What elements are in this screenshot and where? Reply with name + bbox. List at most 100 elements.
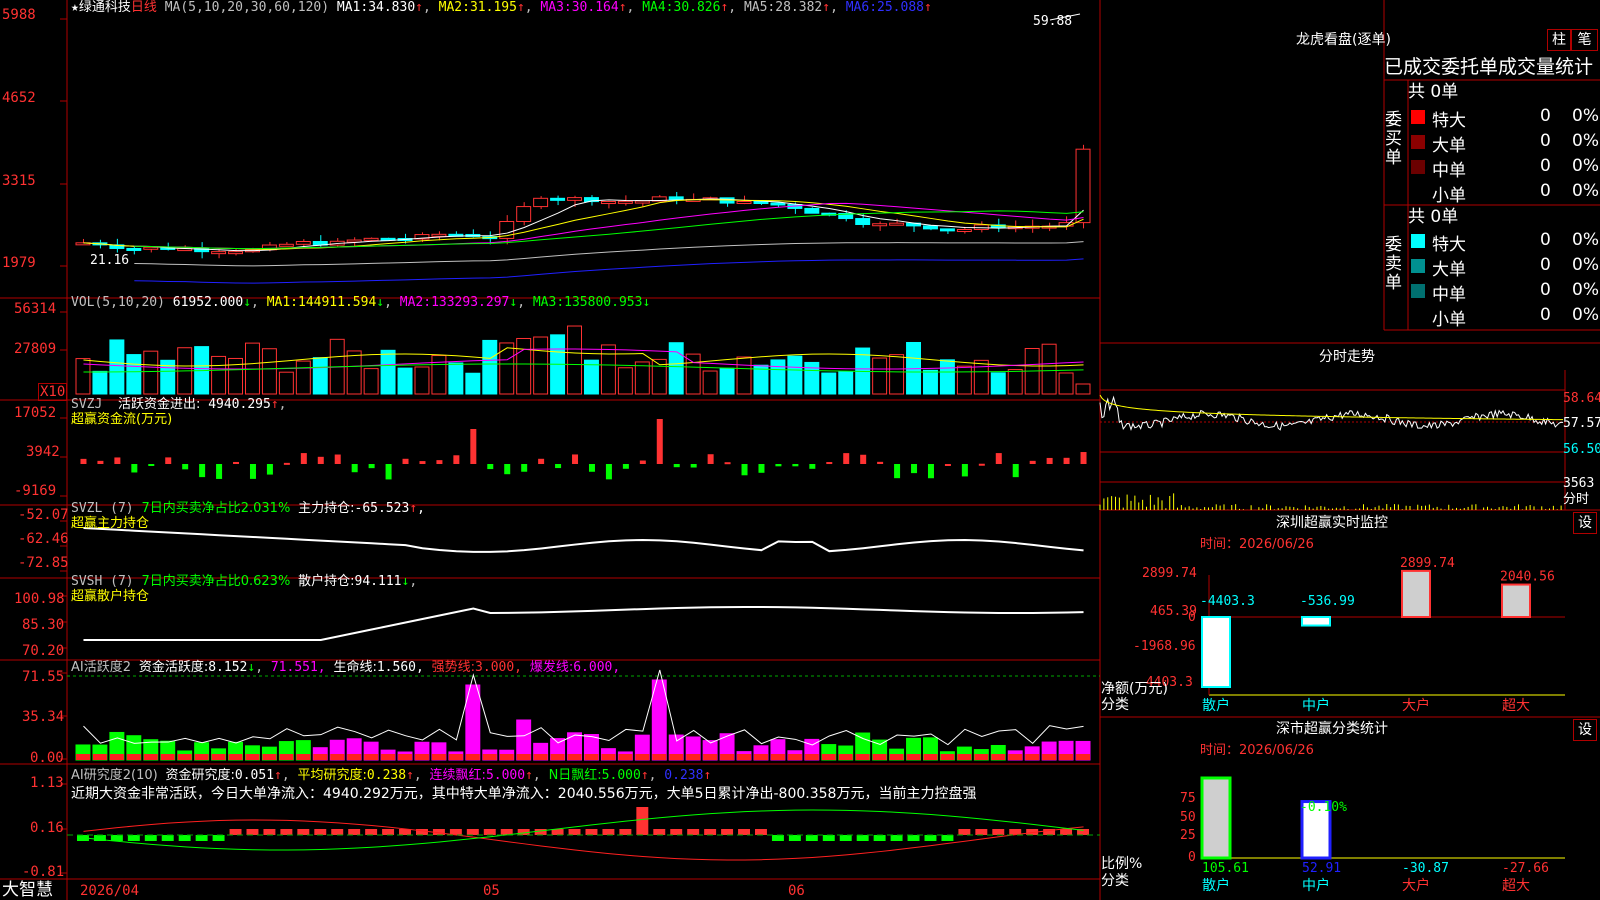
order-row-pct: 0% <box>1572 106 1599 126</box>
order-row-pct: 0% <box>1572 280 1599 300</box>
activity-base-bar <box>584 754 599 760</box>
fund-flow-bar <box>1063 457 1070 464</box>
vol-arrow: ↓ <box>243 295 252 310</box>
bar-mode-button[interactable]: 柱 <box>1547 29 1571 51</box>
svsh-arrow: ↓ <box>401 574 410 589</box>
order-row-count: 0 <box>1540 255 1551 275</box>
order-row-count: 0 <box>1540 305 1551 325</box>
svzj-arrow: ↑ <box>270 397 279 412</box>
app-name[interactable]: 大智慧 <box>2 880 53 900</box>
stats-value-label: 105.61 <box>1202 861 1249 876</box>
ai-research-header: AI研究度2(10) 资金研究度:0.051↑, 平均研究度:0.238↑, 连… <box>71 768 712 783</box>
activity-base-bar <box>872 754 887 760</box>
stats-ytick: 75 <box>1180 791 1196 806</box>
fund-flow-bar <box>961 464 968 477</box>
candle-body <box>956 229 972 233</box>
candle-body <box>143 246 159 250</box>
volume-bar <box>956 365 972 395</box>
vol-ma1-value: 144911.594 <box>298 295 377 310</box>
fund-flow-bar <box>80 458 87 464</box>
ai-summary-text: 近期大资金非常活跃，今日大单净流入：4940.292万元，其中特大单净流入：20… <box>71 786 977 802</box>
fund-flow-bar <box>622 464 629 469</box>
research-bar <box>483 829 496 835</box>
fund-flow-bar <box>436 460 443 464</box>
volume-bar <box>211 355 227 395</box>
activity-base-bar <box>618 754 633 760</box>
research-bar <box>568 829 581 835</box>
activity-base-bar <box>804 754 819 760</box>
research-bar <box>280 829 293 835</box>
activity-base-bar <box>465 754 480 760</box>
order-row-pct: 0% <box>1572 255 1599 275</box>
candle-body <box>736 200 752 204</box>
favorite-star-icon[interactable]: ★ <box>71 0 79 15</box>
research-bar <box>144 835 157 841</box>
chart-canvas[interactable]: -4403.3 散户 -536.99 中户 2899.74 大户 2040.56 超大 105.… <box>0 0 1600 900</box>
ma4-label: MA4: <box>642 0 674 15</box>
candle-body <box>211 251 227 255</box>
fund-flow-bar <box>419 461 426 464</box>
ai-active-arrow: ↓ <box>247 660 256 675</box>
research-bar <box>805 835 818 841</box>
research-bar <box>890 835 903 841</box>
volume-bar <box>92 370 108 395</box>
activity-base-bar <box>398 754 412 760</box>
activity-base-bar <box>669 754 684 760</box>
ma-line-120 <box>134 258 1084 284</box>
research-bar <box>907 835 920 841</box>
fund-flow-bar <box>639 460 646 464</box>
svzj-value: 4940.295 <box>208 397 271 412</box>
volume-bar <box>973 359 989 395</box>
monitor-ytick: 0 <box>1188 610 1196 625</box>
fund-flow-bar <box>707 454 714 464</box>
research-bar <box>738 829 750 835</box>
ai-active-header: AI活跃度2 资金活跃度:8.152↓, 71.551, 生命线:1.560, … <box>71 660 621 675</box>
ai-active-ytick: 35.34 <box>22 709 65 725</box>
n-red-arrow: ↑ <box>640 768 649 783</box>
vol-ytick: 27809 <box>14 341 57 357</box>
monitor-category-label: 超大 <box>1502 698 1530 714</box>
research-bar <box>822 835 835 841</box>
research-bar <box>127 835 140 841</box>
retail-holding-line <box>83 606 1084 641</box>
research-bar <box>161 835 174 841</box>
order-row-name: 特大 <box>1432 235 1466 255</box>
ai-research-ytick: -0.81 <box>22 864 65 880</box>
monitor-settings-button[interactable]: 设 <box>1573 512 1597 534</box>
research-bar <box>704 829 717 835</box>
activity-base-bar <box>76 754 90 760</box>
research-bar <box>839 835 852 841</box>
monitor-value-label: 2040.56 <box>1500 570 1555 585</box>
vol-scale-badge[interactable]: X10 <box>38 383 68 401</box>
activity-base-bar <box>821 754 836 760</box>
research-bar <box>229 829 242 835</box>
ma1-arrow: ↑ <box>415 0 423 15</box>
fund-flow-bar <box>351 464 358 473</box>
activity-base-bar <box>347 754 362 760</box>
candle-body <box>567 197 582 201</box>
monitor-ytick: -1968.96 <box>1133 639 1196 654</box>
tick-mode-button[interactable]: 笔 <box>1571 29 1598 51</box>
order-row-pct: 0% <box>1572 230 1599 250</box>
order-row-name: 特大 <box>1432 111 1466 131</box>
volume-bar <box>770 359 786 395</box>
period-label[interactable]: 日线 <box>131 0 157 15</box>
stock-name[interactable]: 绿通科技 <box>79 0 131 15</box>
color-swatch <box>1411 234 1425 248</box>
monitor-category-label: 散户 <box>1202 697 1230 714</box>
last-value: 0.238 <box>664 768 704 783</box>
volume-bar <box>482 339 498 395</box>
monitor-value-label: -536.99 <box>1300 594 1355 609</box>
svsh-value: 94.111 <box>354 574 402 589</box>
candle-body <box>923 225 938 230</box>
ai-active-ytick: 71.55 <box>22 669 65 685</box>
fund-flow-bar <box>538 458 545 464</box>
fund-flow-bar <box>368 464 375 469</box>
research-bar <box>551 829 564 835</box>
stats-settings-button[interactable]: 设 <box>1573 719 1597 741</box>
research-bar <box>297 829 310 835</box>
volume-bar <box>668 342 684 395</box>
fund-flow-bar <box>995 453 1002 464</box>
fund-flow-bar <box>317 456 324 464</box>
svsh-ytick: 100.98 <box>14 591 65 607</box>
